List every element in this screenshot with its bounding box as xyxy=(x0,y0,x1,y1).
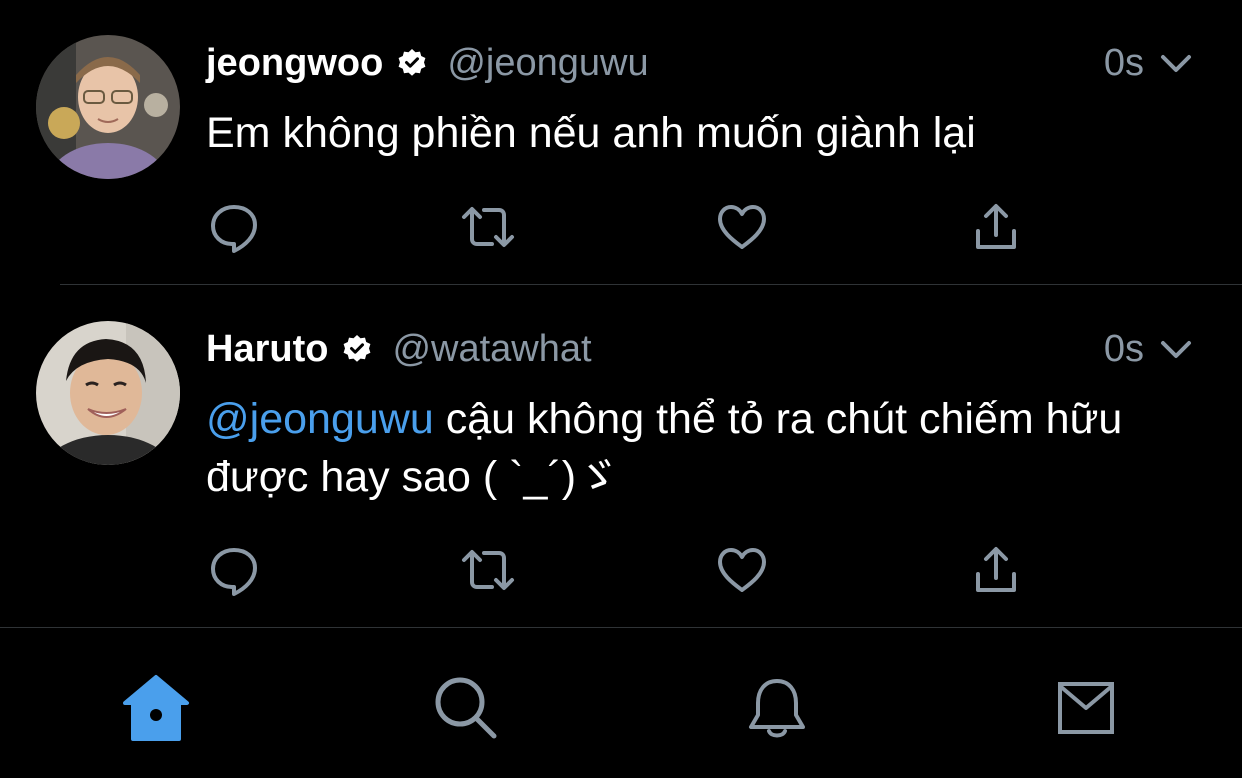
like-button[interactable] xyxy=(714,542,770,598)
reply-icon xyxy=(211,548,257,596)
chevron-down-icon[interactable] xyxy=(1158,331,1194,367)
tweet-header: jeongwoo @jeonguwu xyxy=(206,38,649,88)
like-icon xyxy=(718,548,766,592)
reply-button[interactable] xyxy=(206,542,262,598)
like-icon xyxy=(718,205,766,249)
verified-badge-icon xyxy=(342,334,372,364)
tweet-text: @jeonguwu cậu không thể tỏ ra chút chiếm… xyxy=(206,390,1186,506)
bottom-tab-bar xyxy=(0,628,1242,778)
avatar[interactable] xyxy=(36,35,180,179)
user-handle[interactable]: @watawhat xyxy=(392,328,591,371)
tweet-meta: 0s xyxy=(1104,324,1194,374)
search-icon xyxy=(435,677,497,739)
retweet-button[interactable] xyxy=(460,199,516,255)
tweet-text: Em không phiền nếu anh muốn giành lại xyxy=(206,104,1186,162)
mention-link[interactable]: @jeonguwu xyxy=(206,395,434,443)
reply-button[interactable] xyxy=(206,199,262,255)
tab-notifications[interactable] xyxy=(737,668,817,748)
share-icon xyxy=(976,547,1016,592)
share-button[interactable] xyxy=(968,199,1024,255)
user-handle[interactable]: @jeonguwu xyxy=(447,42,648,85)
like-button[interactable] xyxy=(714,199,770,255)
tweet-actions xyxy=(206,199,1036,255)
tweet-item[interactable]: Haruto @watawhat 0s @jeonguwu cậu không … xyxy=(0,286,1242,626)
tab-messages[interactable] xyxy=(1046,668,1126,748)
share-button[interactable] xyxy=(968,542,1024,598)
retweet-button[interactable] xyxy=(460,542,516,598)
tweet-body: Em không phiền nếu anh muốn giành lại xyxy=(206,109,976,157)
retweet-icon xyxy=(462,207,514,247)
display-name[interactable]: jeongwoo xyxy=(206,42,383,85)
notifications-icon xyxy=(749,679,805,738)
display-name[interactable]: Haruto xyxy=(206,328,328,371)
tweet-actions xyxy=(206,542,1036,598)
reply-icon xyxy=(211,205,257,253)
share-icon xyxy=(976,204,1016,249)
avatar[interactable] xyxy=(36,321,180,465)
tweet-meta: 0s xyxy=(1104,38,1194,88)
verified-badge-icon xyxy=(397,48,427,78)
timestamp: 0s xyxy=(1103,327,1144,370)
chevron-down-icon[interactable] xyxy=(1158,45,1194,81)
timestamp: 0s xyxy=(1103,41,1144,84)
messages-icon xyxy=(1058,682,1114,734)
tweet-item[interactable]: jeongwoo @jeonguwu 0s Em không phiền nếu… xyxy=(0,0,1242,284)
retweet-icon xyxy=(462,550,514,590)
tweet-header: Haruto @watawhat xyxy=(206,324,592,374)
tab-search[interactable] xyxy=(426,668,506,748)
divider xyxy=(60,284,1242,285)
home-icon xyxy=(123,675,189,741)
tab-home[interactable] xyxy=(116,668,196,748)
